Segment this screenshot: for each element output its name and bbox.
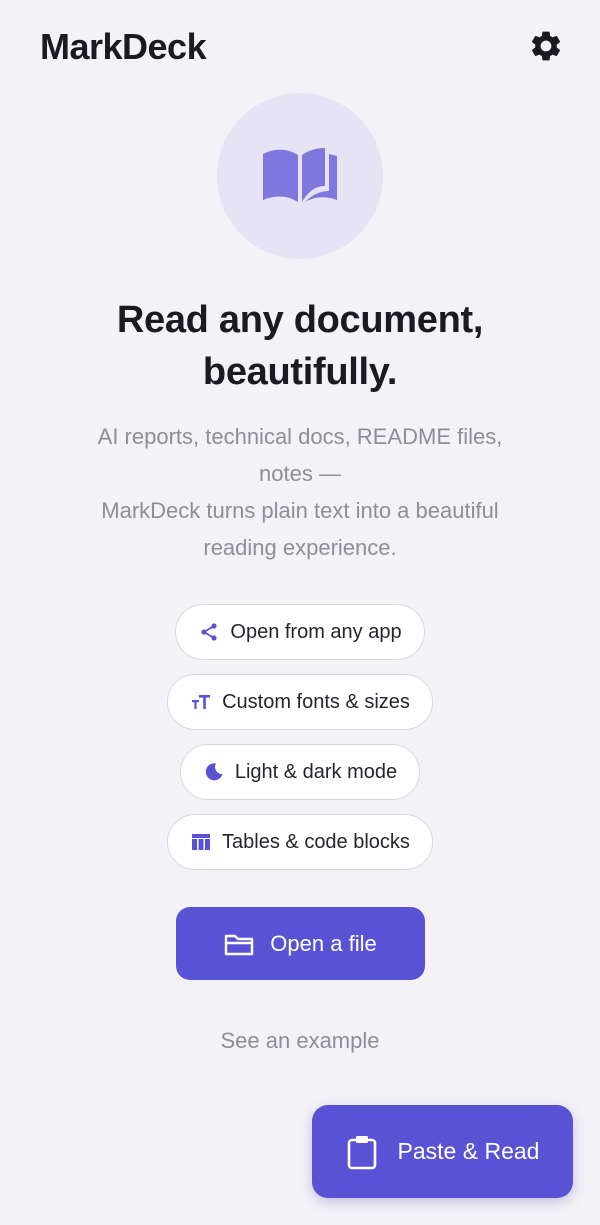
paste-and-read-button[interactable]: Paste & Read [312, 1105, 573, 1198]
moon-icon [203, 761, 225, 783]
feature-chip-light-dark-mode: Light & dark mode [179, 744, 421, 800]
feature-chip-open-from-any-app: Open from any app [175, 604, 425, 660]
subtitle-line: MarkDeck turns plain text into a beautif… [101, 498, 499, 523]
subtitle-line: notes — [259, 461, 341, 486]
paste-and-read-label: Paste & Read [397, 1138, 540, 1164]
share-icon [198, 621, 220, 643]
table-icon [190, 831, 212, 853]
open-book-icon [263, 148, 337, 202]
text-size-icon [190, 691, 212, 713]
feature-label: Custom fonts & sizes [222, 690, 410, 713]
settings-button[interactable] [524, 24, 568, 68]
folder-icon [225, 934, 254, 955]
gear-icon [531, 31, 561, 61]
clipboard-icon [347, 1135, 376, 1169]
feature-chip-custom-fonts: Custom fonts & sizes [167, 674, 433, 730]
headline-line: Read any document, [116, 299, 484, 341]
feature-label: Tables & code blocks [222, 830, 410, 853]
open-file-button[interactable]: Open a file [176, 907, 425, 980]
feature-label: Open from any app [230, 620, 402, 643]
top-bar: MarkDeck [0, 0, 600, 92]
headline-line: beautifully. [202, 351, 398, 393]
feature-list: Open from any app Custom fonts & sizes L… [0, 604, 600, 870]
subtitle: AI reports, technical docs, README files… [50, 418, 550, 566]
see-example-link[interactable]: See an example [0, 1028, 600, 1054]
subtitle-line: reading experience. [203, 535, 397, 560]
hero-illustration [217, 93, 383, 259]
home-screen: MarkDeck Read any document, beautifully.… [0, 0, 600, 1225]
headline: Read any document, beautifully. [40, 294, 560, 398]
app-title: MarkDeck [40, 26, 207, 67]
feature-chip-tables-code: Tables & code blocks [167, 814, 433, 870]
open-file-label: Open a file [270, 930, 377, 956]
subtitle-line: AI reports, technical docs, README files… [97, 424, 503, 449]
feature-label: Light & dark mode [234, 760, 398, 783]
